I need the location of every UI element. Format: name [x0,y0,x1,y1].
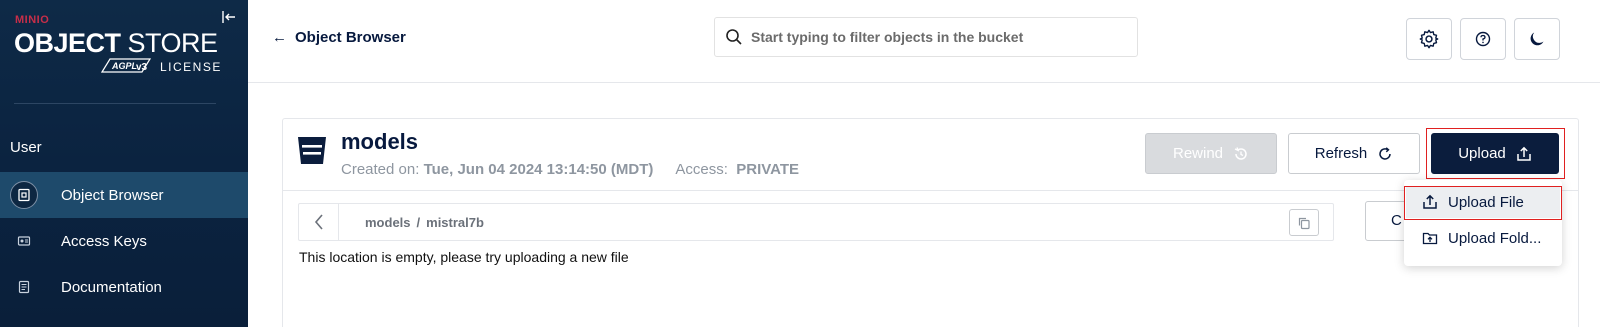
sidebar-item-documentation[interactable]: Documentation [0,264,248,310]
copy-icon [1298,217,1310,229]
bucket-meta: Created on: Tue, Jun 04 2024 13:14:50 (M… [341,161,800,178]
documentation-icon [10,273,38,301]
upload-folder-menu-item[interactable]: Upload Fold... [1406,222,1560,254]
sidebar-item-label: Object Browser [61,186,164,204]
upload-file-menu-item[interactable]: Upload File [1406,186,1560,218]
object-browser-icon [10,181,38,209]
breadcrumb-back-button[interactable] [299,204,339,240]
breadcrumb: models / mistral7b [298,203,1334,241]
svg-text:v3: v3 [136,62,148,73]
upload-folder-icon [1422,232,1438,245]
bucket-name: models [341,129,419,154]
gear-icon [1419,29,1439,49]
breadcrumb-root[interactable]: models [365,215,411,230]
bucket-panel: models Created on: Tue, Jun 04 2024 13:1… [282,118,1579,327]
license-label: LICENSE [160,60,222,74]
sidebar: MINIO OBJECT STORE AGPL v3 LICENSE User … [0,0,248,327]
sidebar-item-object-browser[interactable]: Object Browser [0,172,248,218]
object-store-title: OBJECT STORE [14,28,218,58]
bucket-icon [298,137,326,164]
help-icon [1475,31,1491,47]
refresh-button[interactable]: Refresh [1288,133,1420,174]
moon-icon [1530,32,1544,46]
top-header: ← Object Browser [248,0,1600,83]
access-value: PRIVATE [736,161,800,178]
back-arrow-icon: ← [272,29,287,46]
copy-path-button[interactable] [1289,209,1319,236]
upload-button-highlight [1426,128,1565,179]
sidebar-item-label: Documentation [61,278,162,296]
chevron-left-icon [314,214,323,230]
search-icon [726,29,742,45]
help-button[interactable] [1460,18,1506,60]
refresh-icon [1379,146,1392,160]
svg-text:AGPL: AGPL [111,61,137,71]
app-root: MINIO OBJECT STORE AGPL v3 LICENSE User … [0,0,1600,327]
object-filter-search [714,17,1138,57]
rewind-button[interactable]: Rewind [1145,133,1277,174]
access-keys-icon [10,227,38,255]
created-date: Tue, Jun 04 2024 13:14:50 (MDT) [423,161,654,178]
minio-logo-text: MINIO [15,14,50,26]
search-input[interactable] [751,26,1131,48]
breadcrumb-path: models / mistral7b [365,215,484,230]
sidebar-item-label: Access Keys [61,232,147,250]
breadcrumb-current: mistral7b [426,215,484,230]
sidebar-divider [14,103,216,104]
sidebar-item-access-keys[interactable]: Access Keys [0,218,248,264]
back-to-object-browser-link[interactable]: ← Object Browser [272,29,406,46]
upload-menu: Upload File Upload Fold... [1404,180,1562,266]
collapse-sidebar-icon[interactable] [221,9,237,25]
empty-location-message: This location is empty, please try uploa… [299,249,629,265]
rewind-icon [1234,146,1247,160]
sidebar-section-user: User [10,139,42,156]
dark-mode-button[interactable] [1514,18,1560,60]
settings-button[interactable] [1406,18,1452,60]
bucket-header: models Created on: Tue, Jun 04 2024 13:1… [283,119,1578,191]
back-link-label: Object Browser [295,29,406,46]
upload-file-icon [1423,194,1437,209]
agpl-logo: AGPL v3 [100,58,152,73]
